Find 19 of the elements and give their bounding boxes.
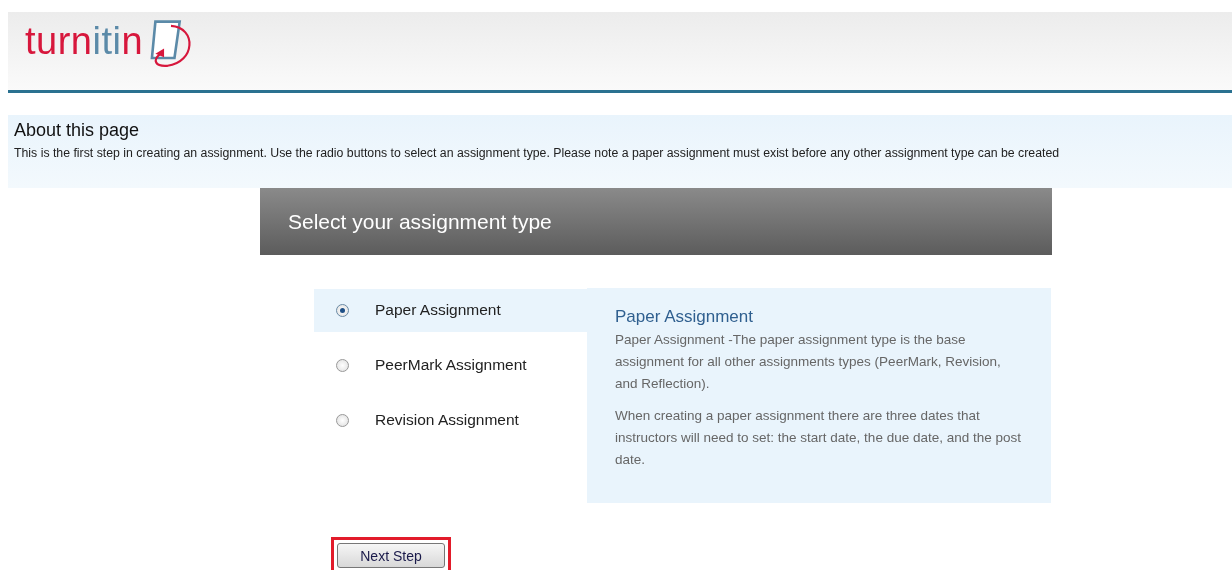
option-label: Paper Assignment [375, 301, 501, 319]
description-text: When creating a paper assignment there are three dates that instructors will need to set: the start date, the due date, and the post date. [615, 407, 1022, 469]
section-title: About this page [14, 120, 141, 141]
next-step-button[interactable]: Next Step [337, 543, 445, 568]
logo-letters: n [121, 20, 144, 62]
option-row[interactable]: Paper Assignment [314, 289, 587, 332]
option-row[interactable]: Revision Assignment [314, 399, 587, 454]
logo-letters: iti [92, 20, 122, 62]
option-label: PeerMark Assignment [375, 356, 527, 374]
option-row[interactable]: PeerMark Assignment [314, 344, 587, 399]
logo-letters: turn [25, 20, 93, 62]
description-text: Paper Assignment -The paper assignment type is the base assignment for all other assignments types (PeerMark, Revision, and Reflection). [615, 331, 1002, 393]
panel-header: Select your assignment type [260, 188, 1052, 255]
description-text: This is the first step in creating an assignment. Use the radio buttons to select an assignment type. Please note a paper assignment must exist before any other assignment type can be created [14, 146, 1061, 160]
radio-button[interactable] [336, 359, 349, 372]
radio-button[interactable] [336, 414, 349, 427]
radio-button[interactable] [336, 304, 349, 317]
description-title: Paper Assignment [615, 307, 754, 327]
option-label: Revision Assignment [375, 411, 519, 429]
